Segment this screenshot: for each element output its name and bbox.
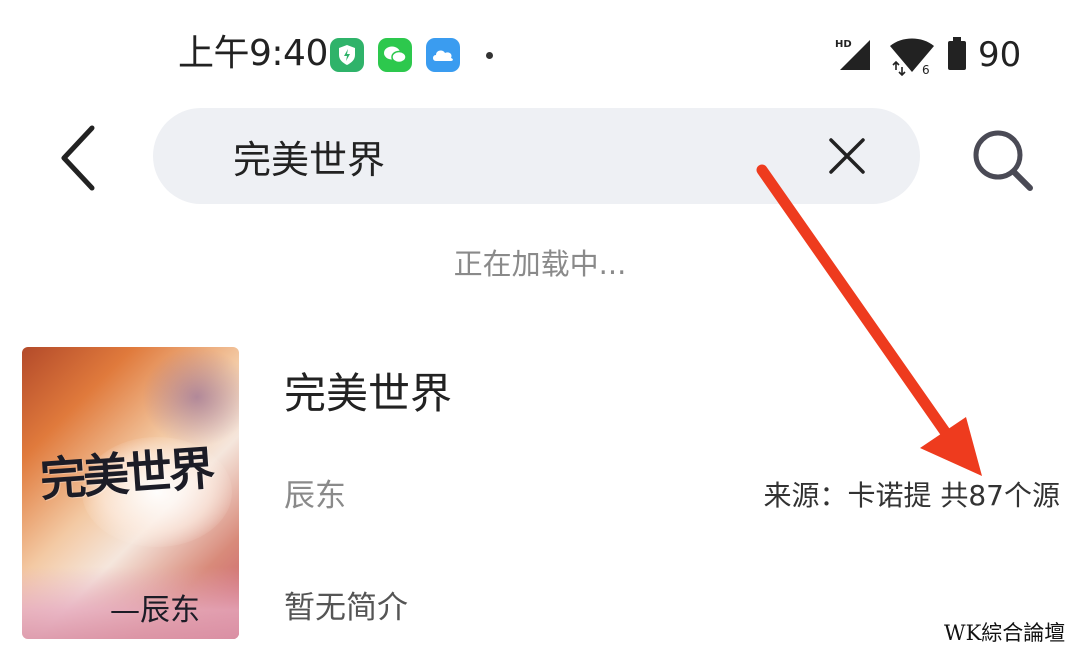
screen: 上午9:40 HD 6 90 完美世界 正在加载中... 完美世界 —辰东 完美… xyxy=(0,0,1080,664)
search-input[interactable] xyxy=(233,128,793,184)
book-author: 辰东 xyxy=(284,478,346,514)
book-source[interactable]: 来源：卡诺提 共87个源 xyxy=(763,474,1060,518)
hd-signal-icon: HD xyxy=(834,36,874,76)
book-title: 完美世界 xyxy=(284,369,453,418)
security-shield-icon xyxy=(330,38,364,72)
search-box xyxy=(153,108,920,204)
back-button[interactable] xyxy=(52,120,112,196)
svg-text:6: 6 xyxy=(922,63,930,76)
status-time: 上午9:40 xyxy=(178,33,328,74)
close-icon xyxy=(829,138,865,174)
battery-icon xyxy=(946,36,970,76)
cover-author: —辰东 xyxy=(110,593,200,628)
search-result-item[interactable]: 完美世界 —辰东 完美世界 辰东 来源：卡诺提 共87个源 暂无简介 xyxy=(0,330,1080,660)
book-cover[interactable]: 完美世界 —辰东 xyxy=(22,347,239,639)
battery-level: 90 xyxy=(978,35,1022,75)
svg-text:HD: HD xyxy=(835,39,852,50)
watermark: WK綜合論壇 xyxy=(944,621,1066,645)
loading-status: 正在加载中... xyxy=(453,247,627,281)
wechat-icon xyxy=(378,38,412,72)
cloud-icon xyxy=(426,38,460,72)
clear-search-button[interactable] xyxy=(825,134,869,178)
search-button[interactable] xyxy=(968,126,1038,196)
cover-decoration xyxy=(142,347,239,447)
book-intro: 暂无简介 xyxy=(284,590,408,626)
wifi-icon: 6 xyxy=(888,36,936,80)
dot-icon xyxy=(486,52,493,59)
chevron-left-icon xyxy=(61,125,95,191)
search-icon xyxy=(973,130,1033,191)
